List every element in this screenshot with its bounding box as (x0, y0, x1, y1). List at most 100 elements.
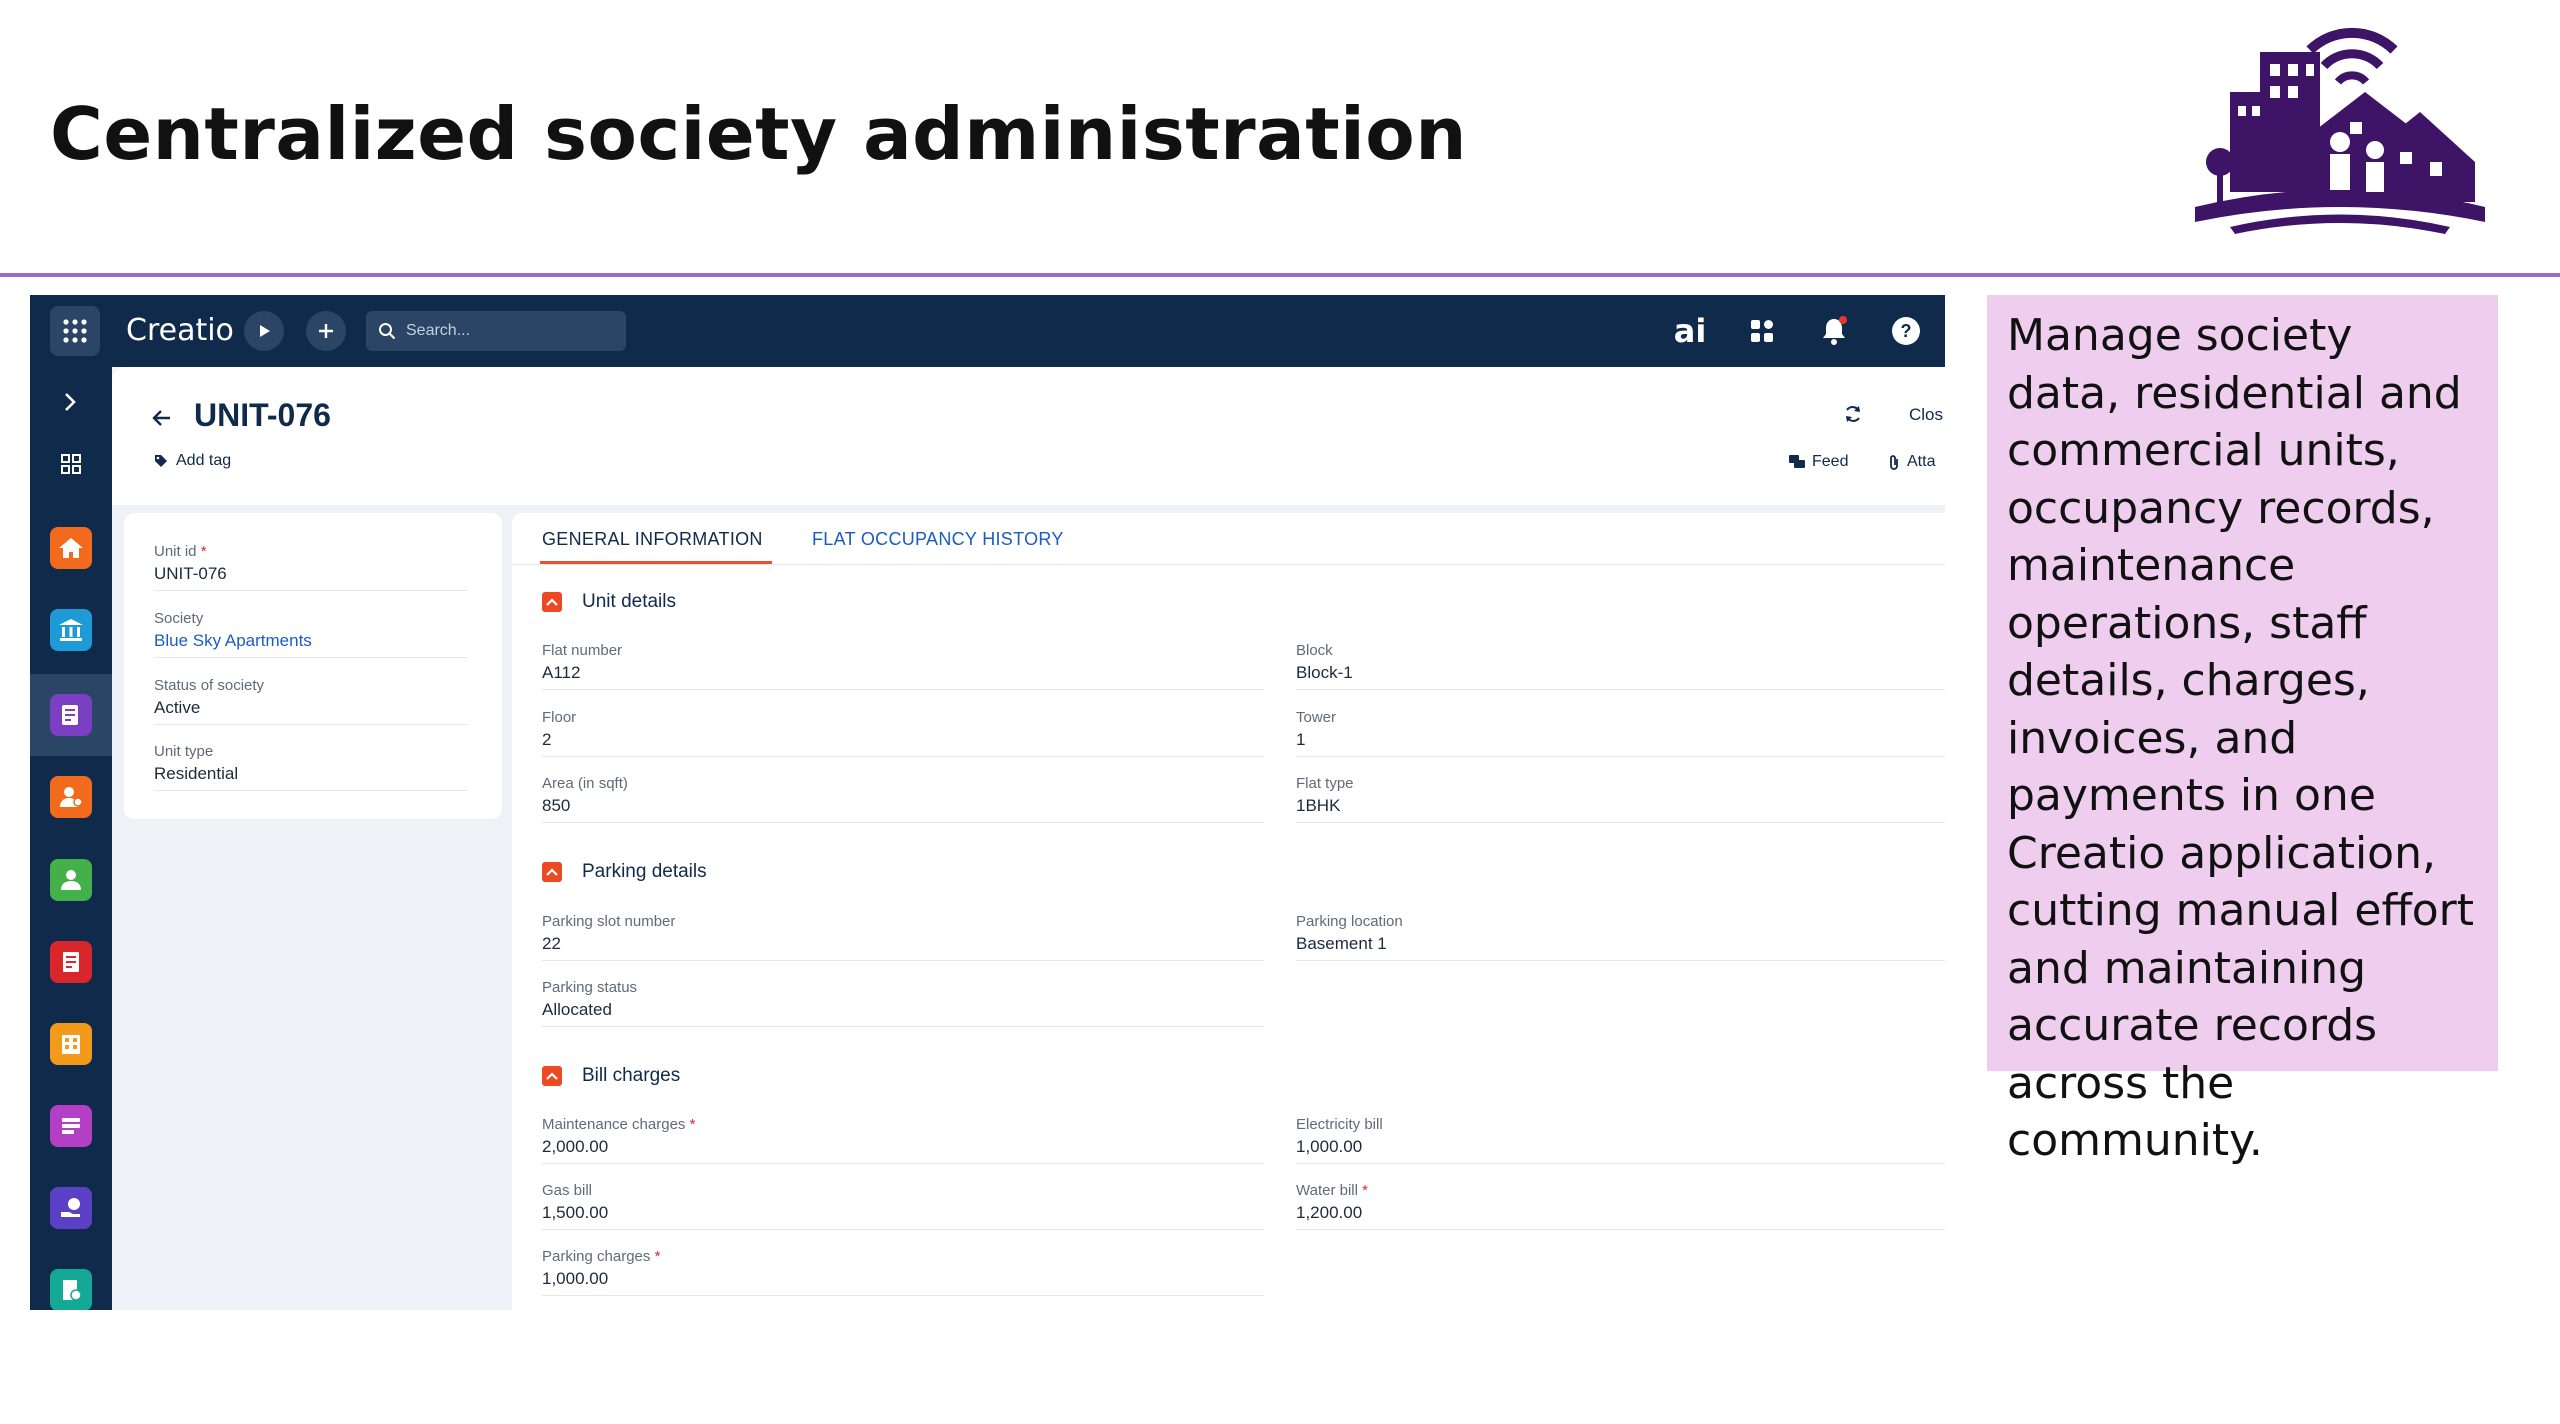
parking-details-title: Parking details (582, 861, 707, 882)
summary-card: Unit id * UNIT-076 Society Blue Sky Apar… (124, 513, 502, 819)
play-icon[interactable] (244, 311, 284, 351)
bill-charges-section[interactable]: Bill charges (542, 1065, 680, 1087)
electricity-bill-value: 1,000.00 (1296, 1137, 1363, 1156)
flat-type-label: Flat type (1296, 775, 1354, 792)
tab-flat-occupancy-history[interactable]: FLAT OCCUPANCY HISTORY (812, 529, 1064, 550)
record-body: Unit id * UNIT-076 Society Blue Sky Apar… (112, 505, 1945, 1310)
parking-details-section[interactable]: Parking details (542, 861, 707, 883)
attachments-label: Atta (1907, 453, 1936, 470)
payment-icon[interactable] (50, 1187, 92, 1229)
slide-title: Centralized society administration (50, 92, 1468, 176)
gas-bill-label: Gas bill (542, 1182, 593, 1199)
parking-status-field[interactable]: Parking status Allocated (542, 979, 1264, 1027)
creatio-app: Creatio Search... ai ? UNIT-076 Add tag … (30, 295, 1945, 1310)
required-marker: * (200, 543, 207, 560)
society-field[interactable]: Society Blue Sky Apartments (154, 610, 468, 658)
unit-type-label: Unit type (154, 743, 214, 760)
gas-bill-value: 1,500.00 (542, 1203, 609, 1222)
parking-charges-value: 1,000.00 (542, 1269, 609, 1288)
water-bill-label: Water bill (1296, 1182, 1358, 1199)
bell-icon[interactable] (1816, 313, 1852, 349)
plus-icon[interactable] (306, 311, 346, 351)
maintenance-charges-field[interactable]: Maintenance charges * 2,000.00 (542, 1116, 1264, 1164)
society-link[interactable]: Blue Sky Apartments (154, 631, 468, 651)
maintenance-charges-value: 2,000.00 (542, 1137, 609, 1156)
chevron-up-icon[interactable] (542, 592, 562, 612)
unit-icon[interactable] (50, 694, 92, 736)
ai-icon[interactable]: ai (1672, 312, 1708, 350)
floor-field[interactable]: Floor 2 (542, 709, 1264, 757)
report-icon[interactable] (50, 1269, 92, 1310)
back-arrow-icon[interactable] (152, 403, 172, 434)
chevron-up-icon[interactable] (542, 1066, 562, 1086)
required-marker: * (1362, 1182, 1368, 1199)
bank-icon[interactable] (50, 609, 92, 651)
electricity-bill-field[interactable]: Electricity bill 1,000.00 (1296, 1116, 1945, 1164)
list-icon[interactable] (50, 1105, 92, 1147)
parking-slot-field[interactable]: Parking slot number 22 (542, 913, 1264, 961)
description-text: Manage society data, residential and com… (2007, 310, 2475, 1166)
parking-slot-value: 22 (542, 934, 561, 953)
parking-location-field[interactable]: Parking location Basement 1 (1296, 913, 1945, 961)
chevron-up-icon[interactable] (542, 862, 562, 882)
description-callout: Manage society data, residential and com… (1987, 295, 2498, 1166)
society-logo-icon (2195, 27, 2485, 234)
building-icon[interactable] (50, 1023, 92, 1065)
flat-number-label: Flat number (542, 642, 623, 659)
block-field[interactable]: Block Block-1 (1296, 642, 1945, 690)
add-tag-button[interactable]: Add tag (154, 452, 231, 470)
invoice-icon[interactable] (50, 941, 92, 983)
area-field[interactable]: Area (in sqft) 850 (542, 775, 1264, 823)
flat-type-value: 1BHK (1296, 796, 1341, 815)
tower-field[interactable]: Tower 1 (1296, 709, 1945, 757)
expand-chevron-icon[interactable] (60, 391, 80, 418)
required-marker: * (654, 1248, 661, 1265)
tab-general-information[interactable]: GENERAL INFORMATION (542, 529, 763, 550)
parking-charges-field[interactable]: Parking charges * 1,000.00 (542, 1248, 1264, 1296)
society-label: Society (154, 610, 204, 627)
flat-number-value: A112 (542, 663, 581, 682)
parking-location-label: Parking location (1296, 913, 1403, 930)
workspace-grid-icon[interactable] (60, 453, 82, 480)
tower-label: Tower (1296, 709, 1337, 726)
water-bill-field[interactable]: Water bill * 1,200.00 (1296, 1182, 1945, 1230)
unit-id-label: Unit id (154, 543, 197, 560)
creatio-logo[interactable]: Creatio (126, 313, 234, 348)
unit-id-value: UNIT-076 (154, 564, 227, 583)
feed-button[interactable]: Feed (1789, 453, 1848, 471)
status-value: Active (154, 698, 201, 717)
unit-details-section[interactable]: Unit details (542, 591, 676, 613)
record-page: UNIT-076 Add tag Clos Feed Atta Unit id … (112, 367, 1945, 1310)
gas-bill-field[interactable]: Gas bill 1,500.00 (542, 1182, 1264, 1230)
block-label: Block (1296, 642, 1333, 659)
app-tiles-icon[interactable] (1744, 313, 1780, 349)
status-field[interactable]: Status of society Active (154, 677, 468, 725)
refresh-icon[interactable] (1844, 405, 1862, 428)
record-header: UNIT-076 Add tag Clos Feed Atta (112, 367, 1945, 497)
person-icon[interactable] (50, 859, 92, 901)
close-button[interactable]: Clos (1909, 405, 1943, 425)
water-bill-value: 1,200.00 (1296, 1203, 1363, 1222)
unit-type-field[interactable]: Unit type Residential (154, 743, 468, 791)
active-tab-indicator (540, 561, 772, 564)
flat-type-field[interactable]: Flat type 1BHK (1296, 775, 1945, 823)
unit-details-title: Unit details (582, 591, 676, 612)
flat-number-field[interactable]: Flat number A112 (542, 642, 1264, 690)
staff-icon[interactable] (50, 776, 92, 818)
parking-status-value: Allocated (542, 1000, 612, 1019)
unit-type-value: Residential (154, 764, 239, 783)
details-card: GENERAL INFORMATION FLAT OCCUPANCY HISTO… (512, 513, 1945, 1310)
paperclip-icon (1890, 455, 1898, 470)
tower-value: 1 (1296, 730, 1306, 749)
help-icon[interactable]: ? (1888, 313, 1924, 349)
unit-id-field[interactable]: Unit id * UNIT-076 (154, 543, 468, 591)
record-title: UNIT-076 (194, 397, 331, 433)
side-rail (30, 367, 112, 1310)
attachments-button[interactable]: Atta (1888, 453, 1935, 471)
apps-grid-icon[interactable] (50, 306, 100, 356)
block-value: Block-1 (1296, 663, 1353, 682)
title-divider (0, 273, 2560, 277)
search-input[interactable]: Search... (366, 311, 626, 351)
maintenance-charges-label: Maintenance charges (542, 1116, 686, 1133)
home-icon[interactable] (50, 527, 92, 569)
